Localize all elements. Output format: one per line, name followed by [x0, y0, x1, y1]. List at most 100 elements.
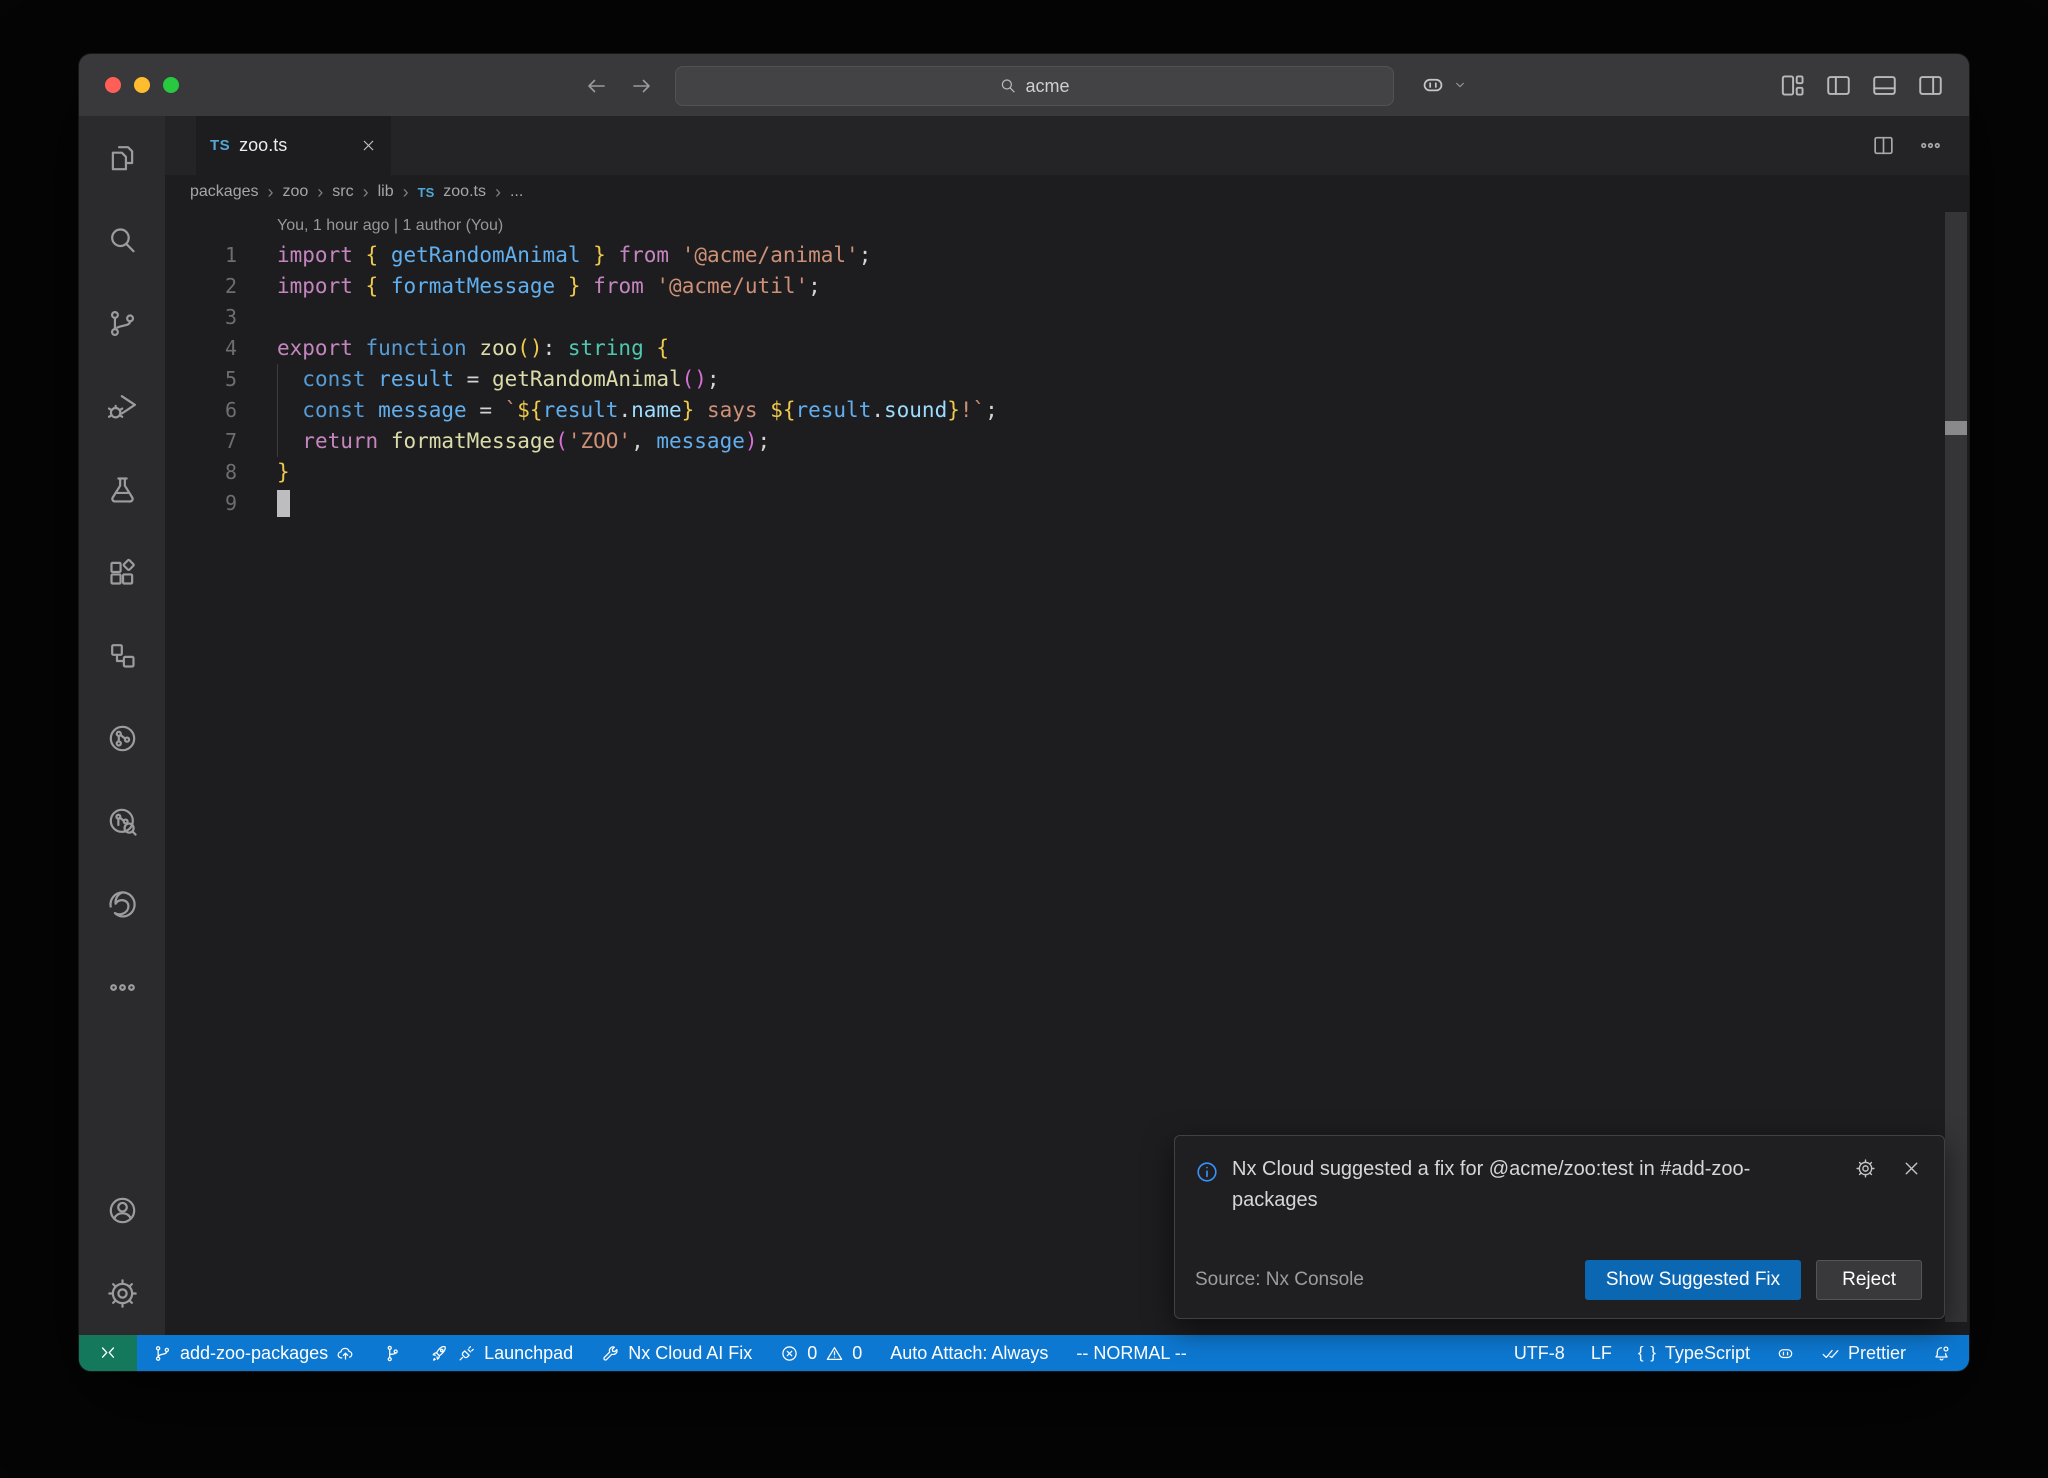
breadcrumb-symbol-path[interactable]: ...	[510, 183, 523, 201]
copilot-menu[interactable]	[1420, 54, 1468, 116]
back-arrow-icon[interactable]	[584, 71, 608, 99]
code-line-7: 7 return formatMessage('ZOO', message);	[165, 426, 1969, 457]
show-suggested-fix-button[interactable]: Show Suggested Fix	[1585, 1260, 1801, 1300]
status-bar: add-zoo-packages Launchpad Nx Cloud AI Fix…	[79, 1335, 1969, 1371]
scm-icon	[106, 307, 139, 340]
double-check-icon	[1821, 1343, 1840, 1364]
layout-panel-icon[interactable]	[1870, 71, 1899, 100]
status-language[interactable]: { }TypeScript	[1638, 1343, 1750, 1364]
status-branch[interactable]: add-zoo-packages	[153, 1343, 355, 1364]
layout-sidebar-left-icon[interactable]	[1824, 71, 1853, 100]
status-label: LF	[1591, 1343, 1612, 1364]
layout-controls	[1778, 54, 1945, 116]
git-blame-codelens[interactable]: You, 1 hour ago | 1 author (You)	[277, 217, 503, 235]
maximize-window-button[interactable]	[163, 77, 179, 93]
notification-gear-icon[interactable]	[1855, 1158, 1876, 1179]
code-line-5: 5 const result = getRandomAnimal();	[165, 364, 1969, 395]
reject-button[interactable]: Reject	[1816, 1260, 1922, 1300]
activity-item-nx-project-graph[interactable]	[79, 780, 165, 863]
breadcrumb-item-packages[interactable]: packages	[190, 183, 259, 201]
line-number: 1	[165, 240, 237, 271]
status-formatter[interactable]: Prettier	[1821, 1343, 1906, 1364]
notification-close-icon[interactable]	[1901, 1158, 1922, 1179]
activity-item-source-control[interactable]	[79, 282, 165, 365]
breadcrumb-separator: ›	[268, 182, 274, 203]
status-label: Auto Attach: Always	[890, 1343, 1048, 1364]
breadcrumb-separator: ›	[495, 182, 501, 203]
code-line-4: 4export function zoo(): string {	[165, 333, 1969, 364]
close-window-button[interactable]	[105, 77, 121, 93]
command-center-search[interactable]: acme	[675, 66, 1394, 106]
status-scm-graph[interactable]	[383, 1343, 402, 1364]
line-number: 2	[165, 271, 237, 302]
code-line-1: 1import { getRandomAnimal } from '@acme/…	[165, 240, 1969, 271]
breadcrumb-item-lib[interactable]: lib	[378, 183, 394, 201]
code-line-9: 9	[165, 488, 1969, 519]
status-eol[interactable]: LF	[1591, 1343, 1612, 1364]
activity-item-testing[interactable]	[79, 448, 165, 531]
status-launchpad[interactable]: Launchpad	[430, 1343, 573, 1364]
status-label: -- NORMAL --	[1076, 1343, 1186, 1364]
search-icon	[999, 77, 1017, 95]
remote-icon	[98, 1343, 118, 1363]
branch-icon	[153, 1343, 172, 1364]
activity-item-more-views[interactable]	[79, 946, 165, 1029]
text-cursor	[277, 490, 290, 517]
more-icon[interactable]	[1918, 133, 1943, 158]
breadcrumb: packages›zoo›src›lib›TSzoo.ts›...	[165, 175, 1969, 209]
split-editor-icon[interactable]	[1871, 133, 1896, 158]
activity-item-search[interactable]	[79, 199, 165, 282]
status-nx-cloud-ai-fix[interactable]: Nx Cloud AI Fix	[601, 1343, 752, 1364]
more-icon	[106, 971, 139, 1004]
status-vim-mode[interactable]: -- NORMAL --	[1076, 1343, 1186, 1364]
line-number: 9	[165, 488, 237, 519]
activity-item-edge-tools[interactable]	[79, 863, 165, 946]
code-content: 1import { getRandomAnimal } from '@acme/…	[165, 240, 1969, 519]
tab-bar: TS zoo.ts	[165, 116, 1969, 175]
customize-layout-icon[interactable]	[1778, 71, 1807, 100]
layout-sidebar-right-icon[interactable]	[1916, 71, 1945, 100]
activity-item-explorer[interactable]	[79, 116, 165, 199]
pipeline-icon	[383, 1343, 402, 1364]
copilot-icon	[1420, 72, 1446, 98]
status-encoding[interactable]: UTF-8	[1514, 1343, 1565, 1364]
breadcrumb-item-zoo[interactable]: zoo	[283, 183, 309, 201]
line-number: 6	[165, 395, 237, 426]
plug-icon	[457, 1343, 476, 1364]
notification-toast: Nx Cloud suggested a fix for @acme/zoo:t…	[1174, 1135, 1945, 1319]
breadcrumb-item-src[interactable]: src	[332, 183, 353, 201]
breadcrumb-separator: ›	[403, 182, 409, 203]
activity-item-accounts[interactable]	[79, 1169, 165, 1252]
editor-scrollbar[interactable]	[1945, 212, 1967, 1322]
circle-branch-icon	[106, 722, 139, 755]
status-label: Launchpad	[484, 1343, 573, 1364]
rocket-icon	[430, 1343, 449, 1364]
typescript-file-icon: TS	[418, 185, 435, 200]
activity-item-nx-console[interactable]	[79, 614, 165, 697]
activity-item-extensions[interactable]	[79, 531, 165, 614]
chevron-down-icon	[1452, 77, 1468, 93]
remote-indicator[interactable]	[79, 1335, 137, 1371]
status-auto-attach[interactable]: Auto Attach: Always	[890, 1343, 1048, 1364]
activity-item-run-and-debug[interactable]	[79, 365, 165, 448]
forward-arrow-icon[interactable]	[630, 71, 654, 99]
code-line-3: 3	[165, 302, 1969, 333]
error-icon	[780, 1343, 799, 1364]
activity-item-settings[interactable]	[79, 1252, 165, 1335]
tab-label: zoo.ts	[239, 135, 287, 156]
edge-icon	[106, 888, 139, 921]
breadcrumb-item-file[interactable]: zoo.ts	[443, 183, 486, 201]
wrench-icon	[601, 1343, 620, 1364]
status-problems[interactable]: 00	[780, 1343, 862, 1364]
debug-icon	[106, 390, 139, 423]
status-label: TypeScript	[1665, 1343, 1750, 1364]
close-tab-icon[interactable]	[360, 137, 377, 154]
status-label: 0	[807, 1343, 817, 1364]
status-copilot[interactable]	[1776, 1343, 1795, 1364]
minimize-window-button[interactable]	[134, 77, 150, 93]
window-controls	[105, 77, 179, 93]
activity-item-nx-cloud[interactable]	[79, 697, 165, 780]
status-notifications[interactable]	[1932, 1343, 1951, 1364]
files-icon	[106, 141, 139, 174]
tab-zoo-ts[interactable]: TS zoo.ts	[196, 116, 391, 175]
